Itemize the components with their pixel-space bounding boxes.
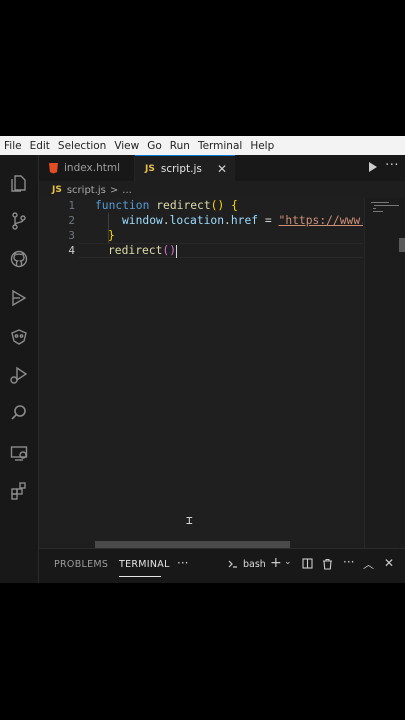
github-icon[interactable] (7, 247, 31, 271)
terminal-name[interactable]: bash (243, 559, 266, 570)
menu-help[interactable]: Help (246, 140, 278, 152)
minimap-line (373, 211, 383, 212)
split-terminal-icon[interactable] (302, 558, 313, 572)
code-line-3: } (108, 228, 115, 243)
remote-explorer-icon[interactable] (7, 441, 31, 465)
menu-file[interactable]: File (0, 140, 26, 152)
brace-close: } (108, 229, 115, 242)
line-number: 1 (68, 199, 75, 212)
menu-terminal[interactable]: Terminal (194, 140, 246, 152)
prop-href: href (230, 214, 259, 227)
add-terminal-icon[interactable]: + (270, 555, 282, 571)
line-number: 3 (68, 229, 75, 242)
js-icon: JS (52, 185, 62, 195)
menu-edit[interactable]: Edit (26, 140, 54, 152)
files-icon[interactable] (7, 171, 31, 195)
keyword-function: function (95, 199, 150, 212)
breadcrumb: JS script.js > ... (52, 183, 132, 197)
trash-icon[interactable] (322, 558, 333, 573)
breadcrumb-more[interactable]: ... (122, 185, 132, 196)
line-number: 2 (68, 214, 75, 227)
panel-actions-icon[interactable]: ··· (343, 555, 354, 569)
search-icon[interactable] (7, 401, 31, 425)
menu-view[interactable]: View (110, 140, 143, 152)
run-icon[interactable] (369, 162, 377, 172)
line-number: 4 (68, 244, 75, 257)
testing-icon[interactable] (7, 325, 31, 349)
minimap-line (373, 208, 376, 209)
extension-blocks-icon[interactable] (7, 479, 31, 503)
object-window: window (122, 214, 163, 227)
code-editor[interactable]: 1 2 3 4 function redirect() { window.loc… (39, 198, 363, 544)
prop-location: location (169, 214, 225, 227)
editor-tabs: index.html JS script.js ✕ ··· (39, 155, 405, 181)
close-panel-icon[interactable]: ✕ (384, 556, 394, 570)
tab-problems[interactable]: PROBLEMS (54, 559, 108, 570)
panel-bar: PROBLEMS TERMINAL ··· bash + ⌄ ··· ︿ ✕ (39, 548, 405, 583)
js-icon: JS (145, 163, 155, 174)
mouse-cursor-icon: ⌶ (186, 514, 193, 527)
vertical-scrollbar[interactable] (399, 198, 405, 548)
activity-bar (0, 155, 39, 583)
scrollbar-thumb[interactable] (399, 238, 405, 252)
paren-close: ) (169, 244, 177, 257)
menu-selection[interactable]: Selection (54, 140, 110, 152)
tab-label: index.html (64, 162, 120, 174)
menu-run[interactable]: Run (166, 140, 194, 152)
paren: () (210, 199, 225, 212)
tab-terminal[interactable]: TERMINAL (119, 559, 170, 570)
minimap-line (374, 205, 400, 206)
code-line-4: redirect() (108, 243, 178, 258)
chevron-down-icon[interactable]: ⌄ (284, 557, 292, 567)
source-control-icon[interactable] (7, 209, 31, 233)
chevron-right-icon: > (109, 184, 119, 196)
code-line-1: function redirect() { (95, 198, 238, 213)
menu-bar: File Edit Selection View Go Run Terminal… (0, 136, 405, 155)
menu-go[interactable]: Go (143, 140, 166, 152)
tab-label: script.js (160, 162, 202, 175)
panel-more-icon[interactable]: ··· (177, 556, 188, 570)
close-icon[interactable]: ✕ (217, 162, 227, 176)
breadcrumb-file[interactable]: script.js (67, 185, 106, 196)
text-cursor (176, 244, 178, 258)
url-string: "https://www. (278, 214, 363, 227)
vscode-window: File Edit Selection View Go Run Terminal… (0, 136, 405, 583)
run-debug-icon[interactable] (7, 363, 31, 387)
horizontal-scrollbar[interactable] (95, 541, 290, 548)
code-line-2: window.location.href = "https://www. (122, 213, 363, 228)
terminal-icon (227, 558, 239, 573)
minimap[interactable] (364, 198, 400, 548)
minimap-line (371, 202, 389, 203)
extensions-icon[interactable] (7, 286, 31, 310)
active-tab-indicator (119, 576, 161, 577)
more-actions-icon[interactable]: ··· (385, 158, 399, 173)
maximize-panel-icon[interactable]: ︿ (363, 556, 374, 572)
tab-index-html[interactable]: index.html (39, 155, 135, 181)
tab-script-js[interactable]: JS script.js ✕ (135, 155, 235, 181)
function-call: redirect (108, 244, 163, 257)
assign-operator: = (264, 214, 272, 227)
function-name: redirect (156, 199, 211, 212)
html5-icon (49, 162, 58, 174)
brace-open: { (231, 199, 238, 212)
